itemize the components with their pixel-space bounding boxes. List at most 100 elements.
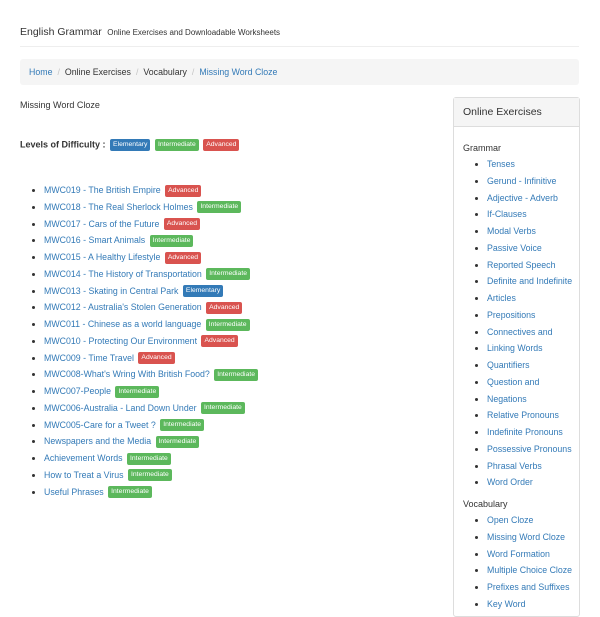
sidebar-grammar-item: Prepositions	[487, 307, 579, 324]
exercise-level-badge: Intermediate	[155, 435, 200, 448]
exercise-link[interactable]: MWC016 - Smart Animals	[44, 235, 145, 245]
sidebar-vocabulary-link[interactable]: Prefixes and Suffixes	[487, 582, 569, 592]
sidebar-grammar-link[interactable]: Possessive Pronouns	[487, 444, 572, 454]
exercise-list: MWC019 - The British Empire AdvancedMWC0…	[30, 182, 259, 500]
sidebar-vocabulary-link[interactable]: Multiple Choice Cloze	[487, 565, 572, 575]
exercise-link[interactable]: MWC013 - Skating in Central Park	[44, 286, 178, 296]
exercise-level-badge: Advanced	[138, 352, 175, 365]
sidebar-panel: Online Exercises Grammar Tenses Gerund - …	[453, 97, 580, 617]
exercise-item: MWC014 - The History of Transportation I…	[44, 266, 258, 283]
sidebar-grammar-item: Quantifiers	[487, 357, 579, 374]
sidebar-grammar-link[interactable]: Prepositions	[487, 310, 535, 320]
sidebar-grammar-link[interactable]: Indefinite Pronouns	[487, 427, 563, 437]
exercise-level-badge: Advanced	[165, 184, 202, 197]
sidebar-grammar-link[interactable]: Linking Words	[487, 343, 543, 353]
sidebar-grammar-title: Grammar	[463, 143, 501, 153]
breadcrumb-separator: /	[191, 67, 195, 77]
exercise-link[interactable]: MWC014 - The History of Transportation	[44, 269, 202, 279]
breadcrumb-current-link[interactable]: Missing Word Cloze	[199, 67, 277, 77]
sidebar-grammar-link[interactable]: Passive Voice	[487, 243, 542, 253]
breadcrumb-vocabulary[interactable]: Vocabulary	[143, 67, 187, 77]
site-title[interactable]: English Grammar	[20, 26, 102, 38]
exercise-item: MWC019 - The British Empire Advanced	[44, 182, 258, 199]
sidebar-grammar-link[interactable]: Word Order	[487, 477, 533, 487]
sidebar-grammar-link[interactable]: Adjective - Adverb	[487, 193, 558, 203]
sidebar-grammar-item: Question and	[487, 374, 579, 391]
exercise-link[interactable]: MWC017 - Cars of the Future	[44, 219, 159, 229]
exercise-item: MWC012 - Australia's Stolen Generation A…	[44, 299, 258, 316]
sidebar-grammar-link[interactable]: Articles	[487, 293, 516, 303]
sidebar-grammar-link[interactable]: Definite and Indefinite	[487, 276, 572, 286]
exercise-link[interactable]: MWC006-Australia - Land Down Under	[44, 403, 197, 413]
exercise-item: MWC005-Care for a Tweet ? Intermediate	[44, 417, 258, 434]
sidebar-grammar-link[interactable]: Phrasal Verbs	[487, 461, 542, 471]
exercise-level-badge: Intermediate	[115, 385, 160, 398]
exercise-link[interactable]: MWC015 - A Healthy Lifestyle	[44, 252, 160, 262]
exercise-item: How to Treat a Virus Intermediate	[44, 467, 258, 484]
sidebar-grammar-link[interactable]: Question and	[487, 377, 539, 387]
sidebar-grammar-link[interactable]: If-Clauses	[487, 209, 527, 219]
sidebar-grammar-link[interactable]: Tenses	[487, 159, 515, 169]
exercise-link[interactable]: MWC012 - Australia's Stolen Generation	[44, 302, 202, 312]
sidebar-grammar-item: Gerund - Infinitive	[487, 173, 579, 190]
sidebar-grammar-item: Phrasal Verbs	[487, 458, 579, 475]
exercise-link[interactable]: MWC011 - Chinese as a world language	[44, 319, 201, 329]
sidebar-grammar-item: Tenses	[487, 156, 579, 173]
breadcrumb-separator: /	[57, 67, 60, 77]
sidebar-grammar-link[interactable]: Connectives and	[487, 327, 553, 337]
exercise-link[interactable]: MWC008-What's Wring With British Food?	[44, 369, 210, 379]
exercise-level-badge: Advanced	[201, 335, 238, 348]
sidebar-vocabulary-link[interactable]: Word Formation	[487, 549, 550, 559]
breadcrumb-separator: /	[135, 67, 139, 77]
sidebar-grammar-link[interactable]: Reported Speech	[487, 260, 555, 270]
exercise-link[interactable]: MWC019 - The British Empire	[44, 185, 161, 195]
sidebar-grammar-item: Indefinite Pronouns	[487, 424, 579, 441]
exercise-item: MWC010 - Protecting Our Environment Adva…	[44, 333, 258, 350]
sidebar-grammar-item: Articles	[487, 290, 579, 307]
sidebar-grammar-item: Word Order	[487, 474, 579, 491]
breadcrumb-online-exercises[interactable]: Online Exercises	[65, 67, 131, 77]
sidebar-grammar-link[interactable]: Gerund - Infinitive	[487, 176, 556, 186]
sidebar-vocabulary-link[interactable]: Open Cloze	[487, 515, 533, 525]
sidebar-grammar-item: Adjective - Adverb	[487, 190, 579, 207]
sidebar-vocabulary-link[interactable]: Missing Word Cloze	[487, 532, 565, 542]
exercise-link[interactable]: Useful Phrases	[44, 487, 104, 497]
sidebar-grammar-item: If-Clauses	[487, 206, 579, 223]
breadcrumb-home-link[interactable]: Home	[29, 67, 52, 77]
sidebar-grammar-link[interactable]: Relative Pronouns	[487, 410, 559, 420]
level-badge-intermediate: Intermediate	[154, 139, 199, 151]
exercise-item: MWC015 - A Healthy Lifestyle Advanced	[44, 249, 258, 266]
exercise-item: Newspapers and the Media Intermediate	[44, 433, 258, 450]
exercise-link[interactable]: MWC005-Care for a Tweet ?	[44, 420, 156, 430]
sidebar-grammar-link[interactable]: Quantifiers	[487, 360, 530, 370]
exercise-item: MWC013 - Skating in Central Park Element…	[44, 283, 258, 300]
sidebar-grammar-link[interactable]: Modal Verbs	[487, 226, 536, 236]
exercise-level-badge: Advanced	[164, 251, 202, 264]
sidebar-grammar-item: Reported Speech	[487, 257, 579, 274]
sidebar-grammar-link[interactable]: Negations	[487, 394, 527, 404]
exercise-item: MWC008-What's Wring With British Food? I…	[44, 366, 259, 383]
exercise-link[interactable]: MWC018 - The Real Sherlock Holmes	[44, 202, 193, 212]
exercise-link[interactable]: MWC010 - Protecting Our Environment	[44, 336, 197, 346]
exercise-link[interactable]: MWC007-People	[44, 386, 111, 396]
exercise-item: Achievement Words Intermediate	[44, 450, 258, 467]
exercise-level-badge: Intermediate	[201, 402, 245, 415]
exercise-level-badge: Advanced	[206, 301, 243, 314]
exercise-level-badge: Intermediate	[197, 201, 242, 214]
exercise-link[interactable]: MWC009 - Time Travel	[44, 353, 134, 363]
exercise-level-badge: Intermediate	[149, 234, 194, 247]
sidebar-grammar-item: Possessive Pronouns	[487, 441, 579, 458]
level-badge-elementary: Elementary	[110, 139, 151, 151]
exercise-item: MWC018 - The Real Sherlock Holmes Interm…	[44, 199, 258, 216]
site-tagline: Online Exercises and Downloadable Worksh…	[107, 28, 281, 37]
sidebar-grammar-item: Modal Verbs	[487, 223, 579, 240]
exercise-item: MWC011 - Chinese as a world language Int…	[44, 316, 258, 333]
exercise-link[interactable]: How to Treat a Virus	[44, 470, 124, 480]
sidebar-vocabulary-link[interactable]: Key Word	[487, 599, 525, 609]
exercise-level-badge: Intermediate	[128, 469, 172, 482]
exercise-link[interactable]: Achievement Words	[44, 453, 123, 463]
exercise-item: MWC006-Australia - Land Down Under Inter…	[44, 400, 258, 417]
level-badge-advanced: Advanced	[203, 139, 240, 151]
exercise-link[interactable]: Newspapers and the Media	[44, 436, 151, 446]
exercise-level-badge: Intermediate	[108, 486, 152, 499]
